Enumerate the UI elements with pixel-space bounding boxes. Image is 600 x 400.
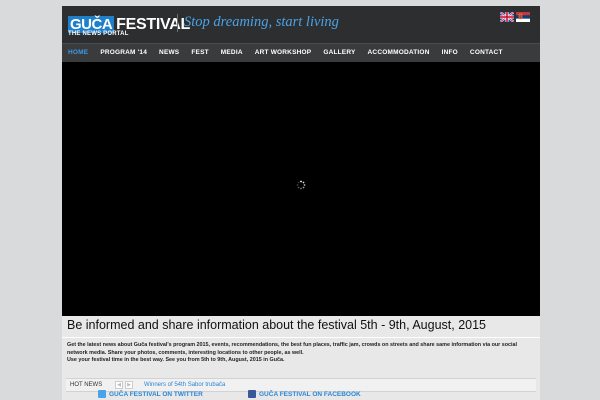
header-divider	[177, 14, 178, 32]
logo-guca-text: GUČA	[68, 15, 115, 33]
site-header: GUČA FESTIVAL THE NEWS PORTAL Stop dream…	[62, 6, 540, 43]
video-player[interactable]	[62, 62, 540, 316]
intro-text: Get the latest news about Guča festival'…	[67, 342, 537, 365]
intro-paragraph-1: Get the latest news about Guča festival'…	[67, 342, 518, 356]
next-arrow-icon[interactable]: ▶	[125, 381, 133, 389]
prev-arrow-icon[interactable]: ◀	[115, 381, 123, 389]
serbia-flag-icon[interactable]	[516, 12, 530, 22]
uk-flag-icon[interactable]	[500, 12, 514, 22]
facebook-icon	[248, 390, 256, 398]
headline-divider	[62, 337, 540, 338]
twitter-link[interactable]: GUČA FESTIVAL ON TWITTER	[98, 390, 203, 398]
nav-item-program[interactable]: PROGRAM '14	[94, 44, 153, 62]
logo-festival-text: FESTIVAL	[116, 15, 190, 33]
nav-item-fest[interactable]: FEST	[185, 44, 214, 62]
nav-item-gallery[interactable]: GALLERY	[317, 44, 361, 62]
facebook-link-label: GUČA FESTIVAL ON FACEBOOK	[259, 390, 361, 398]
twitter-link-label: GUČA FESTIVAL ON TWITTER	[109, 390, 203, 398]
nav-item-accommodation[interactable]: ACCOMMODATION	[362, 44, 436, 62]
nav-item-news[interactable]: NEWS	[153, 44, 185, 62]
twitter-icon	[98, 390, 106, 398]
hot-news-arrows: ◀ ▶	[115, 381, 133, 389]
nav-item-media[interactable]: MEDIA	[215, 44, 249, 62]
nav-item-info[interactable]: INFO	[436, 44, 464, 62]
nav-item-art-workshop[interactable]: ART WORKSHOP	[249, 44, 318, 62]
logo-subtitle: THE NEWS PORTAL	[68, 31, 129, 37]
nav-item-contact[interactable]: CONTACT	[464, 44, 509, 62]
language-switcher	[500, 12, 530, 22]
loading-spinner-icon	[296, 180, 306, 190]
nav-item-home[interactable]: HOME	[62, 44, 94, 62]
intro-paragraph-2: Use your festival time in the best way. …	[67, 357, 285, 364]
main-nav: HOME PROGRAM '14 NEWS FEST MEDIA ART WOR…	[62, 43, 540, 62]
page-container: GUČA FESTIVAL THE NEWS PORTAL Stop dream…	[62, 6, 540, 400]
site-slogan: Stop dreaming, start living	[184, 14, 339, 30]
page-headline: Be informed and share information about …	[67, 318, 487, 332]
facebook-link[interactable]: GUČA FESTIVAL ON FACEBOOK	[248, 390, 361, 398]
